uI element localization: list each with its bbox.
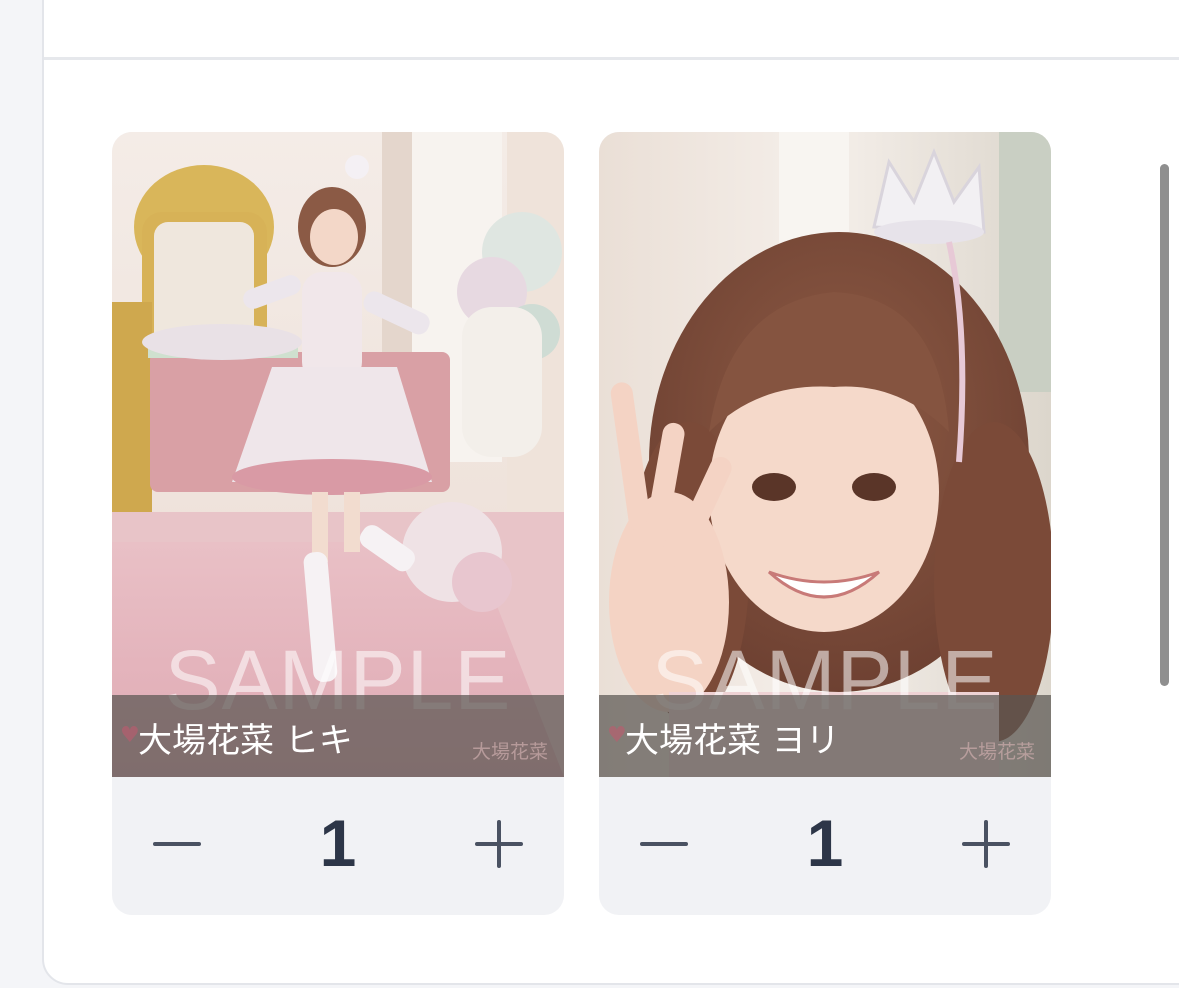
quantity-value: 1 (319, 806, 357, 880)
card-logo-text: 大場花菜 (958, 741, 1035, 763)
quantity-stepper: 1 (599, 777, 1051, 915)
photo-card-hiki[interactable]: SAMPLE ♥ 大場花菜 ヒキ 大場花菜 1 (112, 132, 564, 915)
decrement-button[interactable] (629, 809, 699, 879)
name-overlay: ♥ 大場花菜 ヨリ 大場花菜 (599, 695, 1051, 777)
minus-icon (640, 842, 688, 846)
photo-card-yori[interactable]: SAMPLE ♥ 大場花菜 ヨリ 大場花菜 1 (599, 132, 1051, 915)
photo-thumbnail[interactable]: SAMPLE ♥ 大場花菜 ヨリ 大場花菜 (599, 132, 1051, 777)
plus-icon (475, 820, 523, 868)
panel-divider (44, 57, 1179, 60)
scrollbar-thumb[interactable] (1160, 164, 1169, 686)
quantity-stepper: 1 (112, 777, 564, 915)
increment-button[interactable] (951, 809, 1021, 879)
plus-icon (962, 820, 1010, 868)
increment-button[interactable] (464, 809, 534, 879)
minus-icon (153, 842, 201, 846)
quantity-value: 1 (806, 806, 844, 880)
card-logo-text: 大場花菜 (471, 741, 548, 763)
card-name: 大場花菜 ヒキ (138, 721, 353, 761)
card-name: 大場花菜 ヨリ (625, 721, 840, 761)
name-overlay: ♥ 大場花菜 ヒキ 大場花菜 (112, 695, 564, 777)
photo-thumbnail[interactable]: SAMPLE ♥ 大場花菜 ヒキ 大場花菜 (112, 132, 564, 777)
decrement-button[interactable] (142, 809, 212, 879)
